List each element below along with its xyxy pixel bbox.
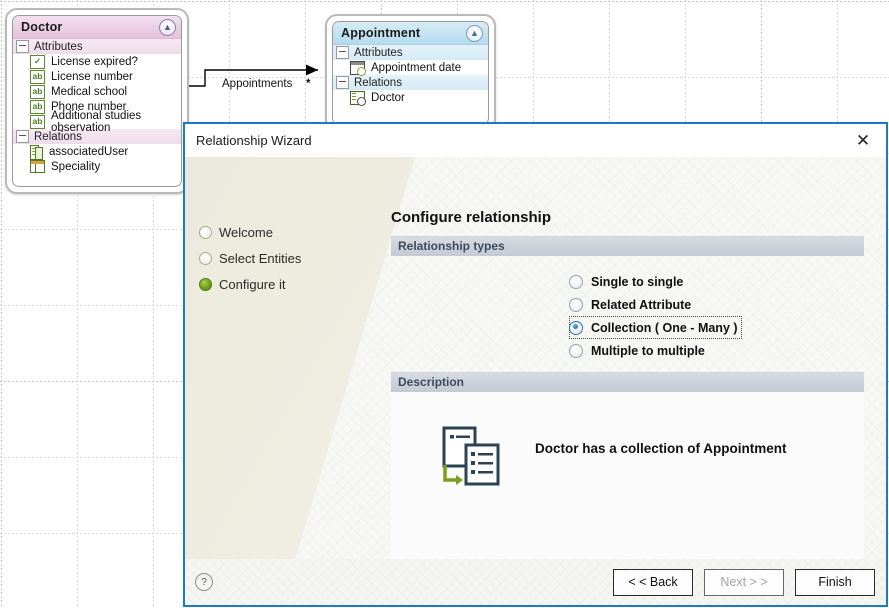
- group-label: Attributes: [354, 46, 403, 59]
- text-attribute-icon: ab: [30, 99, 45, 114]
- chevron-up-double-icon[interactable]: ▲: [159, 18, 176, 36]
- section-header-relationship-types: Relationship types: [391, 236, 864, 256]
- entity-box-appointment[interactable]: Appointment ▲ Attributes Appointment dat…: [325, 14, 496, 132]
- attribute-row[interactable]: Appointment date: [333, 60, 488, 76]
- dialog-body: Welcome Select Entities Configure it Con…: [185, 157, 886, 559]
- group-label: Relations: [34, 130, 82, 143]
- relation-icon: [350, 90, 366, 106]
- attribute-label: Appointment date: [371, 61, 462, 74]
- entity-title-bar: Appointment ▲: [333, 22, 488, 45]
- step-dot-icon: [199, 251, 212, 265]
- wizard-step-welcome[interactable]: Welcome: [199, 219, 387, 245]
- dialog-main-content: Configure relationship Relationship type…: [387, 157, 886, 559]
- dialog-title-bar: Relationship Wizard ✕: [185, 124, 886, 157]
- dialog-footer: ? < < Back Next > > Finish: [185, 559, 886, 605]
- radio-label: Related Attribute: [591, 297, 692, 312]
- help-icon[interactable]: ?: [195, 573, 213, 591]
- group-label: Relations: [354, 76, 402, 89]
- next-button[interactable]: Next > >: [704, 568, 784, 596]
- group-header-attributes[interactable]: Attributes: [13, 39, 181, 54]
- text-attribute-icon: ab: [30, 114, 45, 129]
- close-icon[interactable]: ✕: [850, 128, 876, 154]
- relation-icon: [30, 145, 43, 160]
- wizard-buttons: < < Back Next > > Finish: [613, 568, 875, 596]
- back-button[interactable]: < < Back: [613, 568, 693, 596]
- radio-single-to-single[interactable]: Single to single: [569, 270, 687, 293]
- radio-label: Single to single: [591, 274, 684, 289]
- wizard-step-configure-it[interactable]: Configure it: [199, 271, 387, 297]
- entity-title-doctor: Doctor: [21, 20, 63, 34]
- radio-button-icon[interactable]: [569, 343, 583, 358]
- relation-label: Doctor: [371, 91, 405, 104]
- wizard-steps: Welcome Select Entities Configure it: [185, 157, 387, 559]
- text-attribute-icon: ab: [30, 69, 45, 84]
- relation-row[interactable]: Speciality: [13, 159, 181, 174]
- relationship-type-options: Single to single Related Attribute Colle…: [391, 256, 864, 372]
- group-header-relations[interactable]: Relations: [333, 75, 488, 90]
- step-label: Welcome: [219, 224, 273, 240]
- page-title: Configure relationship: [391, 209, 552, 226]
- radio-label: Collection ( One - Many ): [591, 320, 738, 335]
- radio-button-selected-icon[interactable]: [569, 320, 583, 335]
- entity-box-doctor[interactable]: Doctor ▲ Attributes ✓ License expired? a…: [5, 8, 189, 194]
- attribute-label: License number: [51, 70, 133, 83]
- attribute-label: License expired?: [51, 55, 138, 68]
- radio-label: Multiple to multiple: [591, 343, 705, 358]
- entity-title-bar: Doctor ▲: [13, 16, 181, 39]
- collection-relationship-icon: [442, 426, 500, 486]
- text-attribute-icon: ab: [30, 84, 45, 99]
- attribute-row[interactable]: ab License number: [13, 69, 181, 84]
- radio-button-icon[interactable]: [569, 274, 583, 289]
- chevron-up-double-icon[interactable]: ▲: [466, 24, 483, 42]
- datetime-attribute-icon: [350, 60, 366, 76]
- radio-related-attribute[interactable]: Related Attribute: [569, 293, 695, 316]
- entity-inner: Appointment ▲ Attributes Appointment dat…: [332, 21, 489, 125]
- dialog-title: Relationship Wizard: [196, 133, 312, 148]
- relation-label: Speciality: [51, 160, 101, 173]
- group-label: Attributes: [34, 40, 83, 53]
- connector-multiplicity: *: [306, 78, 311, 90]
- attribute-row[interactable]: ab Medical school: [13, 84, 181, 99]
- collapse-minus-icon[interactable]: [336, 76, 349, 89]
- section-header-description: Description: [391, 372, 864, 392]
- entity-inner: Doctor ▲ Attributes ✓ License expired? a…: [12, 15, 182, 187]
- collapse-minus-icon[interactable]: [16, 40, 29, 53]
- relationship-wizard-dialog: Relationship Wizard ✕ Welcome Select Ent…: [183, 122, 888, 607]
- attribute-label: Medical school: [51, 85, 128, 98]
- collapse-minus-icon[interactable]: [336, 46, 349, 59]
- step-label: Select Entities: [219, 250, 302, 266]
- wizard-step-select-entities[interactable]: Select Entities: [199, 245, 387, 271]
- radio-multiple-to-multiple[interactable]: Multiple to multiple: [569, 339, 709, 362]
- step-dot-icon: [199, 225, 212, 239]
- group-header-attributes[interactable]: Attributes: [333, 45, 488, 60]
- collapse-minus-icon[interactable]: [16, 130, 29, 143]
- attribute-row[interactable]: ab Additional studies observation: [13, 110, 181, 134]
- description-text: Doctor has a collection of Appointment: [535, 441, 787, 456]
- table-relation-icon: [30, 160, 45, 173]
- radio-collection-one-many[interactable]: Collection ( One - Many ): [569, 316, 742, 339]
- relation-label: associatedUser: [49, 145, 129, 158]
- relation-row[interactable]: Doctor: [333, 90, 488, 106]
- connector-label: Appointments: [222, 78, 293, 90]
- radio-button-icon[interactable]: [569, 297, 583, 312]
- finish-button[interactable]: Finish: [795, 568, 875, 596]
- attribute-row[interactable]: ✓ License expired?: [13, 54, 181, 69]
- description-panel: Doctor has a collection of Appointment: [391, 392, 864, 559]
- step-dot-active-icon: [199, 277, 212, 291]
- step-label: Configure it: [219, 276, 286, 292]
- relation-row[interactable]: associatedUser: [13, 144, 181, 160]
- boolean-attribute-icon: ✓: [30, 54, 45, 69]
- entity-title-appointment: Appointment: [341, 26, 421, 40]
